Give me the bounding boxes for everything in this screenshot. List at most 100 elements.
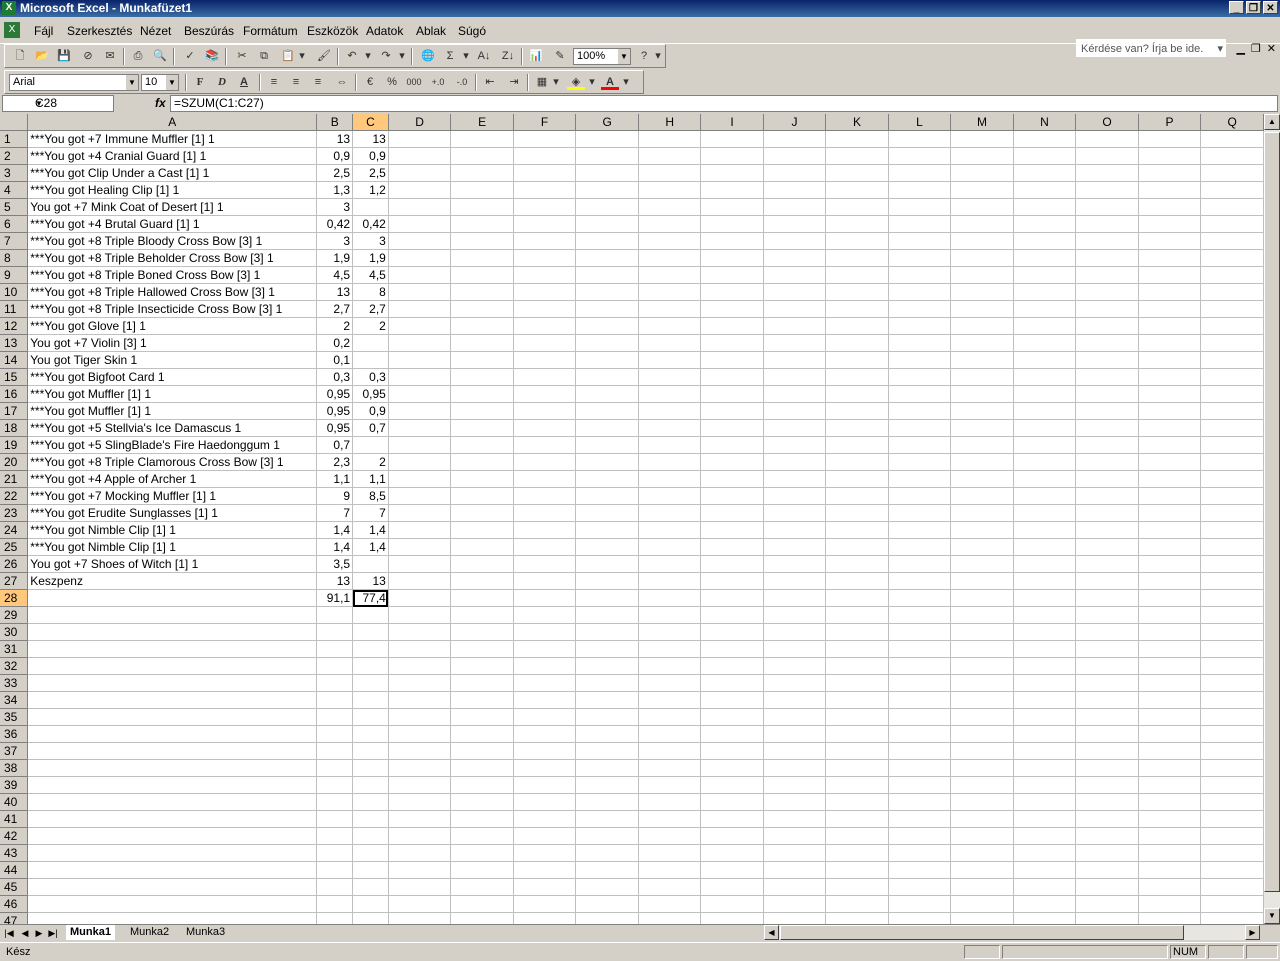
cell-empty[interactable] — [825, 198, 889, 216]
cell-b46[interactable] — [316, 895, 354, 913]
cell-empty[interactable] — [950, 402, 1014, 420]
cell-b37[interactable] — [316, 742, 354, 760]
cell-empty[interactable] — [825, 810, 889, 828]
cell-empty[interactable] — [1200, 470, 1264, 488]
cell-empty[interactable] — [1013, 487, 1077, 505]
cell-empty[interactable] — [763, 164, 827, 182]
menu-format[interactable]: Formátum — [243, 24, 298, 38]
cell-empty[interactable] — [1075, 351, 1139, 369]
cell-b28[interactable]: 91,1 — [316, 589, 354, 607]
cell-empty[interactable] — [700, 623, 764, 641]
cell-empty[interactable] — [638, 402, 702, 420]
cell-empty[interactable] — [513, 844, 577, 862]
cell-empty[interactable] — [950, 419, 1014, 437]
row-header[interactable]: 11 — [0, 300, 29, 318]
cell-empty[interactable] — [638, 487, 702, 505]
cell-empty[interactable] — [825, 657, 889, 675]
cell-empty[interactable] — [638, 368, 702, 386]
cell-c47[interactable] — [352, 912, 389, 924]
cell-empty[interactable] — [575, 589, 639, 607]
cell-empty[interactable] — [575, 674, 639, 692]
cell-empty[interactable] — [950, 504, 1014, 522]
cell-empty[interactable] — [575, 266, 639, 284]
cell-empty[interactable] — [1200, 776, 1264, 794]
row-header[interactable]: 15 — [0, 368, 29, 386]
cell-b13[interactable]: 0,2 — [316, 334, 354, 352]
cell-empty[interactable] — [1200, 249, 1264, 267]
cell-c37[interactable] — [352, 742, 389, 760]
cell-b47[interactable] — [316, 912, 354, 924]
cell-empty[interactable] — [450, 538, 514, 556]
cell-empty[interactable] — [1138, 198, 1202, 216]
row-header[interactable]: 20 — [0, 453, 29, 471]
bold-button[interactable]: F — [191, 74, 209, 90]
cell-empty[interactable] — [888, 283, 952, 301]
cell-a22[interactable]: ***You got +7 Mocking Muffler [1] 1 — [27, 487, 318, 505]
cell-empty[interactable] — [888, 351, 952, 369]
cell-empty[interactable] — [450, 164, 514, 182]
cell-empty[interactable] — [950, 300, 1014, 318]
vertical-scrollbar[interactable]: ▲ ▼ — [1264, 114, 1280, 924]
cell-empty[interactable] — [1138, 776, 1202, 794]
cell-empty[interactable] — [700, 317, 764, 335]
paste-dropdown-icon[interactable]: ▾ — [297, 48, 307, 64]
cell-empty[interactable] — [1138, 402, 1202, 420]
row-header[interactable]: 18 — [0, 419, 29, 437]
cell-empty[interactable] — [1013, 640, 1077, 658]
cell-empty[interactable] — [950, 657, 1014, 675]
cell-b11[interactable]: 2,7 — [316, 300, 354, 318]
cell-empty[interactable] — [825, 402, 889, 420]
cell-empty[interactable] — [888, 861, 952, 879]
cell-empty[interactable] — [1200, 657, 1264, 675]
cell-empty[interactable] — [388, 895, 452, 913]
cell-empty[interactable] — [1075, 912, 1139, 924]
cell-empty[interactable] — [1013, 470, 1077, 488]
cell-empty[interactable] — [575, 164, 639, 182]
cell-empty[interactable] — [700, 470, 764, 488]
next-sheet-icon[interactable]: ▶ — [32, 926, 46, 940]
cell-c23[interactable]: 7 — [352, 504, 389, 522]
row-header[interactable]: 30 — [0, 623, 29, 641]
cell-empty[interactable] — [763, 385, 827, 403]
cell-empty[interactable] — [1013, 130, 1077, 148]
cell-empty[interactable] — [450, 878, 514, 896]
cell-c5[interactable] — [352, 198, 389, 216]
tab-munka3[interactable]: Munka3 — [182, 925, 229, 940]
cell-a13[interactable]: You got +7 Violin [3] 1 — [27, 334, 318, 352]
cell-empty[interactable] — [575, 470, 639, 488]
cell-a2[interactable]: ***You got +4 Cranial Guard [1] 1 — [27, 147, 318, 165]
cell-c27[interactable]: 13 — [352, 572, 389, 590]
cell-empty[interactable] — [825, 912, 889, 924]
cell-a16[interactable]: ***You got Muffler [1] 1 — [27, 385, 318, 403]
cell-empty[interactable] — [700, 555, 764, 573]
cell-empty[interactable] — [388, 521, 452, 539]
merge-center-icon[interactable]: ⇔ — [333, 74, 351, 90]
cell-empty[interactable] — [763, 232, 827, 250]
cell-a44[interactable] — [27, 861, 318, 879]
cell-a27[interactable]: Keszpenz — [27, 572, 318, 590]
cell-empty[interactable] — [388, 402, 452, 420]
cell-b14[interactable]: 0,1 — [316, 351, 354, 369]
percent-button[interactable]: % — [383, 74, 401, 90]
cell-empty[interactable] — [1013, 317, 1077, 335]
column-header-i[interactable]: I — [700, 114, 764, 131]
cell-empty[interactable] — [388, 589, 452, 607]
cell-empty[interactable] — [950, 895, 1014, 913]
cell-empty[interactable] — [1138, 249, 1202, 267]
cell-empty[interactable] — [1075, 453, 1139, 471]
cell-empty[interactable] — [1200, 487, 1264, 505]
cell-empty[interactable] — [825, 861, 889, 879]
cell-empty[interactable] — [950, 232, 1014, 250]
row-header[interactable]: 27 — [0, 572, 29, 590]
cell-empty[interactable] — [1200, 385, 1264, 403]
cell-empty[interactable] — [1013, 402, 1077, 420]
tab-munka2[interactable]: Munka2 — [126, 925, 173, 940]
cell-empty[interactable] — [575, 742, 639, 760]
cell-b40[interactable] — [316, 793, 354, 811]
cell-empty[interactable] — [450, 419, 514, 437]
cell-c8[interactable]: 1,9 — [352, 249, 389, 267]
cell-empty[interactable] — [888, 674, 952, 692]
cell-a36[interactable] — [27, 725, 318, 743]
cell-empty[interactable] — [950, 215, 1014, 233]
cell-empty[interactable] — [1075, 895, 1139, 913]
